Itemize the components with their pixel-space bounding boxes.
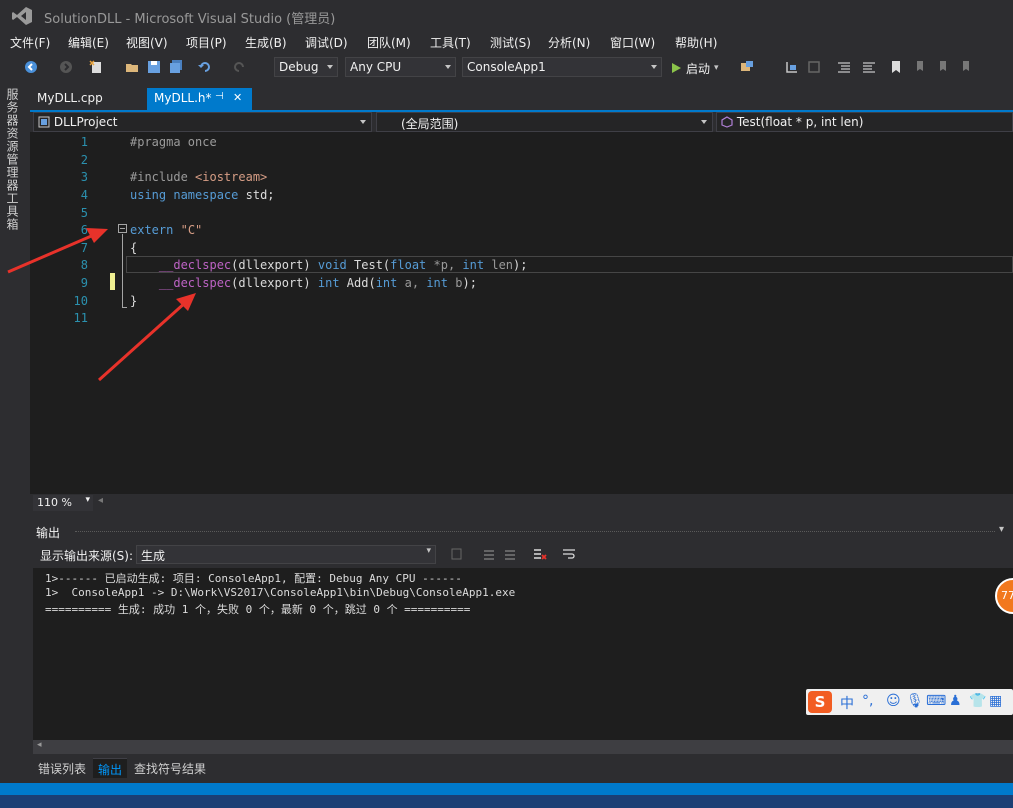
- chevron-down-icon: ▾: [426, 546, 431, 556]
- chevron-down-icon: ▾: [85, 495, 90, 505]
- ime-mode[interactable]: 中: [840, 693, 854, 713]
- red-arrow-icon: [7, 228, 108, 274]
- zoom-select[interactable]: 110 % ▾: [33, 495, 93, 511]
- window-menu-icon[interactable]: ▾: [999, 524, 1004, 535]
- output-line: ========== 生成: 成功 1 个，失败 0 个，最新 0 个，跳过 0…: [45, 603, 471, 616]
- find-message-icon[interactable]: [450, 547, 464, 561]
- sogou-logo-icon: S: [808, 691, 832, 713]
- output-source-value: 生成: [141, 549, 166, 563]
- scroll-left-icon[interactable]: ◂: [98, 495, 103, 506]
- skin-icon[interactable]: 👕: [969, 693, 986, 709]
- output-source-select[interactable]: 生成 ▾: [136, 545, 436, 564]
- zoom-value: 110 %: [37, 496, 72, 509]
- toolbox-grid-icon[interactable]: ▦: [989, 693, 1002, 709]
- clear-all-icon[interactable]: [533, 547, 547, 561]
- output-window: 输出 ▾ 显示输出来源(S): 生成 ▾ 1>------ 已启动生成: 项目:…: [30, 520, 1013, 784]
- tab-error-list[interactable]: 错误列表: [33, 758, 91, 778]
- word-wrap-icon[interactable]: [562, 547, 576, 561]
- output-line: 1> ConsoleApp1 -> D:\Work\VS2017\Console…: [45, 586, 516, 599]
- output-source-label: 显示输出来源(S):: [40, 549, 134, 563]
- tab-output[interactable]: 输出: [93, 758, 128, 778]
- user-icon[interactable]: ♟: [949, 693, 962, 709]
- windows-taskbar: [0, 795, 1013, 808]
- title-grip: [75, 531, 995, 532]
- horizontal-scrollbar[interactable]: ◂: [33, 740, 1013, 754]
- scroll-left-icon[interactable]: ◂: [37, 740, 42, 750]
- previous-message-icon[interactable]: [482, 547, 496, 561]
- output-title: 输出: [36, 526, 61, 540]
- ime-toolbar[interactable]: S 中 °, ☺ 🎙 ⌨ ♟ 👕 ▦: [806, 689, 1013, 715]
- bottom-tool-tabs: 错误列表 输出 查找符号结果: [30, 756, 1013, 780]
- editor-zoom-bar: 110 % ▾ ◂: [30, 494, 1013, 512]
- next-message-icon[interactable]: [503, 547, 517, 561]
- microphone-icon[interactable]: 🎙: [906, 693, 924, 709]
- ime-punctuation[interactable]: °,: [862, 693, 873, 709]
- red-arrow-icon: [97, 293, 196, 382]
- output-line: 1>------ 已启动生成: 项目: ConsoleApp1, 配置: Deb…: [45, 572, 462, 585]
- tab-find-symbol-results[interactable]: 查找符号结果: [129, 758, 211, 778]
- keyboard-icon[interactable]: ⌨: [926, 693, 946, 709]
- emoji-icon[interactable]: ☺: [886, 693, 901, 709]
